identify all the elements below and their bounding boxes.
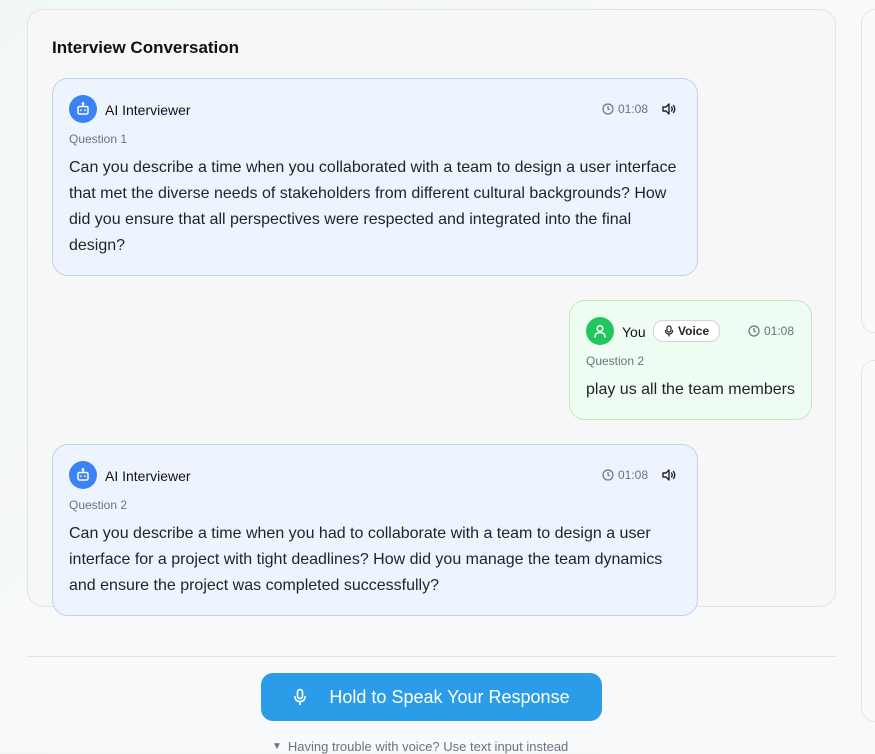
hold-to-speak-button[interactable]: Hold to Speak Your Response [261, 673, 602, 721]
voice-badge: Voice [653, 320, 721, 342]
question-label: Question 2 [69, 498, 128, 512]
mic-icon [294, 688, 307, 706]
speaker-icon[interactable] [661, 101, 677, 117]
time-value: 01:08 [618, 468, 649, 482]
time-value: 01:08 [764, 324, 795, 338]
bot-icon [69, 461, 97, 489]
panel-title: Interview Conversation [52, 38, 240, 57]
question-label: Question 2 [586, 354, 645, 368]
divider [27, 656, 836, 657]
voice-badge-label: Voice [678, 324, 710, 338]
time-value: 01:08 [618, 102, 649, 116]
chevron-down-icon: ▼ [272, 741, 282, 752]
sender-name: AI Interviewer [105, 468, 191, 484]
message-time: 01:08 [602, 102, 648, 116]
speaker-icon[interactable] [661, 467, 677, 483]
clock-icon [602, 469, 614, 481]
ai-message: AI Interviewer 01:08 Question 2 Can you … [52, 444, 698, 616]
message-text: Can you describe a time when you collabo… [69, 159, 677, 254]
user-message: You Voice 01:08 Question 2 play us all t… [569, 300, 812, 420]
ai-message: AI Interviewer 01:08 Question 1 Can you … [52, 78, 698, 276]
question-label: Question 1 [69, 132, 128, 146]
sender-name: AI Interviewer [105, 102, 191, 118]
side-card-bottom [861, 360, 875, 722]
message-time: 01:08 [602, 468, 648, 482]
sender-name: You [622, 324, 646, 340]
message-text: play us all the team members [586, 381, 795, 398]
mic-icon [664, 325, 674, 337]
side-card-top [861, 9, 875, 333]
clock-icon [748, 325, 760, 337]
speak-button-label: Hold to Speak Your Response [329, 686, 570, 707]
clock-icon [602, 103, 614, 115]
user-icon [586, 317, 614, 345]
message-text: Can you describe a time when you had to … [69, 525, 663, 594]
bot-icon [69, 95, 97, 123]
message-time: 01:08 [748, 324, 794, 338]
